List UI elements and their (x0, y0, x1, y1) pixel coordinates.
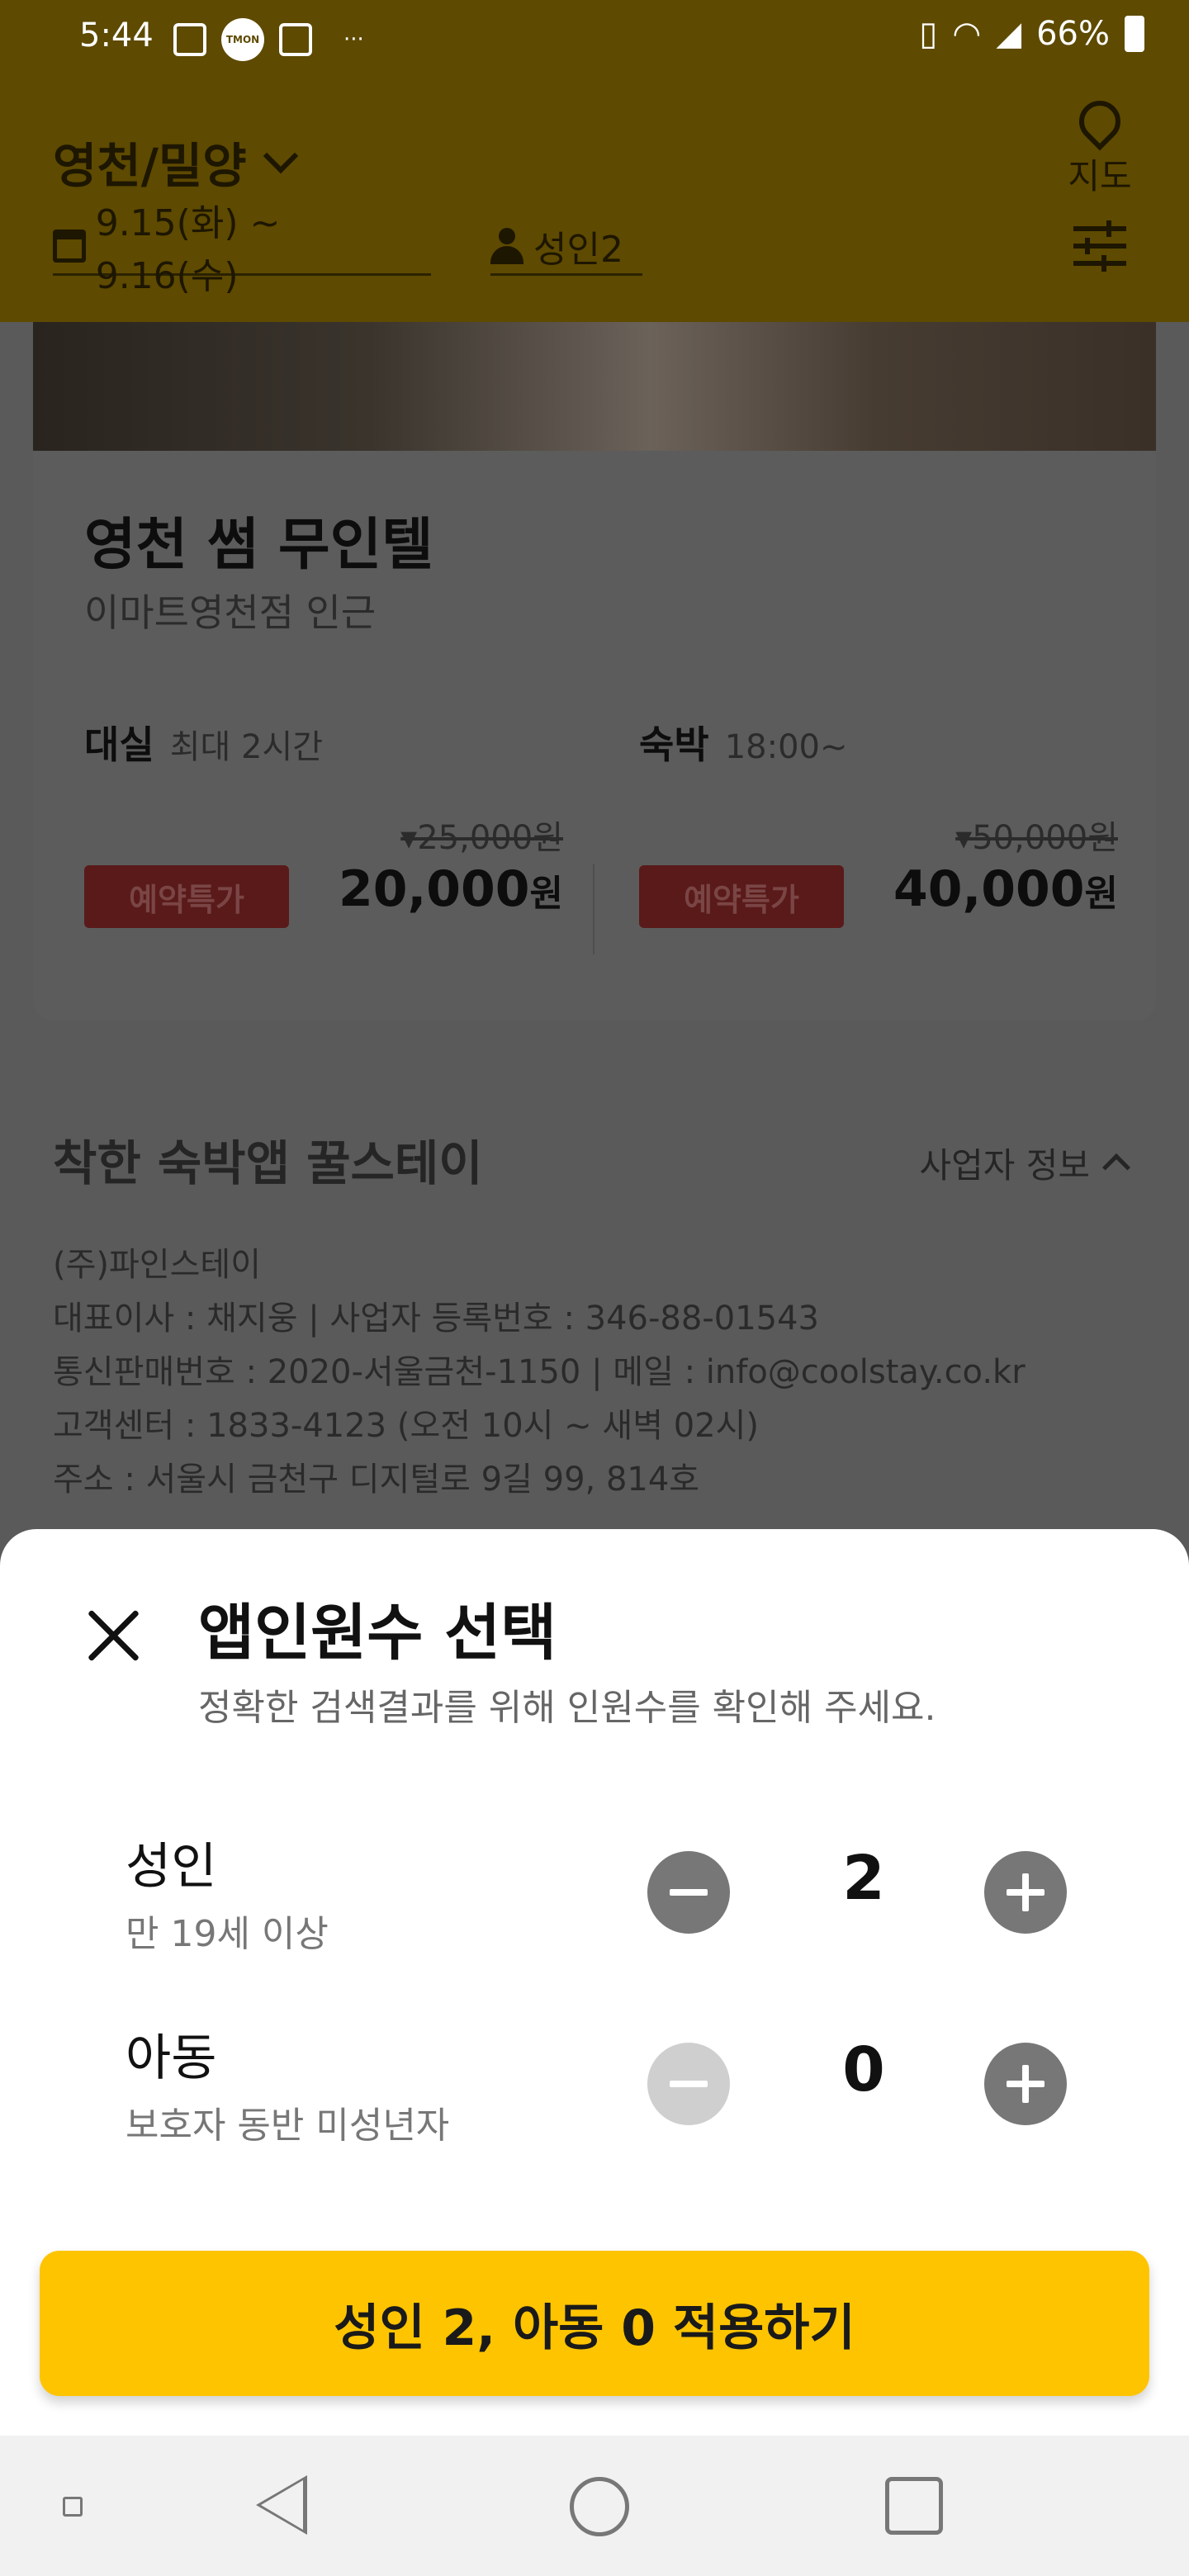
system-nav-bar (0, 2436, 1189, 2576)
original-price: ▾25,000원 (400, 819, 563, 857)
child-row: 아동 보호자 동반 미성년자 0 (126, 2018, 1067, 2147)
adult-count: 2 (842, 1843, 885, 1914)
hotel-name: 영천 썸 무인텔 (84, 513, 433, 578)
business-line: (주)파인스테이 (53, 1246, 262, 1284)
sheet-title: 앱인원수 선택 (198, 1598, 557, 1669)
child-plus-button[interactable] (984, 2043, 1067, 2125)
discount-badge: 예약특가 (84, 865, 289, 928)
date-selector[interactable]: 9.15(화) ~ 9.16(수) (53, 202, 431, 297)
calendar-icon (53, 229, 86, 263)
adult-desc: 만 19세 이상 (126, 1913, 329, 1955)
business-info-toggle[interactable]: 사업자 정보 (919, 1138, 1130, 1188)
sale-price: 20,000원 (338, 860, 563, 918)
hotel-location: 이마트영천점 인근 (84, 590, 377, 635)
battery-icon (1125, 16, 1144, 52)
rate-divider (593, 864, 594, 954)
child-label: 아동 (126, 2029, 217, 2087)
guest-count: 성인2 (533, 228, 623, 271)
region-selector[interactable]: 영천/밀양 (53, 127, 298, 197)
system-indicators: ▯ ◠ ◢ 66% (919, 15, 1144, 53)
signal-icon: ◢ (996, 15, 1022, 53)
listing-photo[interactable] (33, 322, 1156, 451)
rate-condition: 최대 2시간 (169, 728, 324, 766)
minus-icon (670, 1889, 708, 1896)
sheet-subtitle: 정확한 검색결과를 위해 인원수를 확인해 주세요. (198, 1687, 936, 1729)
business-line: 통신판매번호 : 2020-서울금천-1150 | 메일 : info@cool… (53, 1353, 1026, 1391)
region-label: 영천/밀양 (53, 138, 247, 194)
discount-badge: 예약특가 (639, 865, 844, 928)
close-icon[interactable] (79, 1600, 149, 1669)
tmon-icon: TMON (221, 18, 264, 61)
back-icon[interactable] (256, 2475, 307, 2535)
child-desc: 보호자 동반 미성년자 (126, 2105, 450, 2147)
filter-icon[interactable] (1073, 220, 1126, 272)
search-header: 영천/밀양 9.15(화) ~ 9.16(수) 성인2 지도 (0, 76, 1189, 322)
battery-level: 66% (1036, 15, 1110, 53)
rate-block-daytime[interactable]: 대실 최대 2시간 ▾25,000원 예약특가 20,000원 (84, 715, 563, 928)
sale-price: 40,000원 (893, 860, 1118, 918)
vibrate-icon: ▯ (919, 15, 938, 53)
chevron-up-icon (1102, 1153, 1130, 1181)
status-bar: 5:44 TMON ··· ▯ ◠ ◢ 66% (0, 0, 1189, 76)
notification-icons: TMON ··· (173, 18, 364, 61)
apply-button[interactable]: 성인 2, 아동 0 적용하기 (40, 2251, 1149, 2396)
rate-type: 숙박 (639, 722, 709, 767)
home-icon[interactable] (570, 2477, 629, 2536)
rate-condition: 18:00~ (724, 728, 848, 766)
rate-block-overnight[interactable]: 숙박 18:00~ ▾50,000원 예약특가 40,000원 (639, 715, 1118, 928)
rate-type: 대실 (84, 722, 154, 767)
wifi-icon: ◠ (952, 15, 982, 53)
business-line: 고객센터 : 1833-4123 (오전 10시 ~ 새벽 02시) (53, 1407, 760, 1445)
adult-row: 성인 만 19세 이상 2 (126, 1826, 1067, 1955)
status-time: 5:44 (79, 17, 154, 54)
adult-plus-button[interactable] (984, 1851, 1067, 1934)
original-price: ▾50,000원 (955, 819, 1118, 857)
map-pin-icon (1070, 92, 1130, 151)
business-info-label: 사업자 정보 (919, 1145, 1090, 1186)
child-count: 0 (842, 2034, 885, 2105)
child-minus-button[interactable] (647, 2043, 730, 2125)
business-line: 주소 : 서울시 금천구 디지털로 9길 99, 814호 (53, 1461, 700, 1499)
adult-label: 성인 (126, 1838, 217, 1896)
person-icon (490, 227, 523, 264)
guest-count-sheet: 앱인원수 선택 정확한 검색결과를 위해 인원수를 확인해 주세요. 성인 만 … (0, 1529, 1189, 2436)
cast-icon (279, 23, 312, 56)
guest-selector[interactable]: 성인2 (490, 218, 642, 276)
map-label: 지도 (1068, 156, 1132, 197)
gallery-icon (173, 23, 206, 56)
minus-icon (670, 2081, 708, 2087)
more-notifications-icon: ··· (343, 27, 364, 52)
date-range: 9.15(화) ~ 9.16(수) (95, 201, 281, 297)
footer-title: 착한 숙박앱 꿀스테이 (53, 1135, 483, 1191)
chevron-down-icon (263, 138, 298, 174)
listing-card[interactable]: 영천 썸 무인텔 이마트영천점 인근 대실 최대 2시간 ▾25,000원 예약… (33, 451, 1156, 1020)
nav-extra-button[interactable] (63, 2497, 83, 2517)
business-info: (주)파인스테이 대표이사 : 채지웅 | 사업자 등록번호 : 346-88-… (53, 1238, 1026, 1507)
business-line: 대표이사 : 채지웅 | 사업자 등록번호 : 346-88-01543 (53, 1300, 819, 1338)
adult-minus-button[interactable] (647, 1851, 730, 1934)
recent-apps-icon[interactable] (885, 2477, 943, 2535)
map-button[interactable]: 지도 (1059, 92, 1141, 199)
